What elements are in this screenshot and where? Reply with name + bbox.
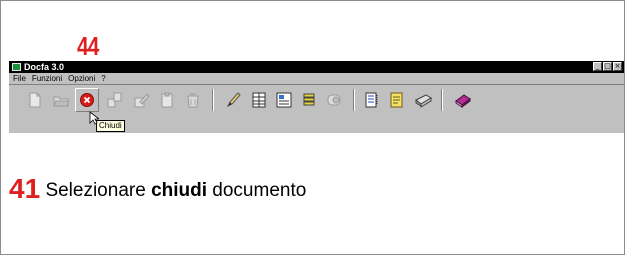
tooltip: Chiudi [96,120,125,132]
clipboard-icon[interactable] [157,90,177,110]
note-icon[interactable] [387,90,407,110]
menu-opzioni[interactable]: Opzioni [68,74,95,83]
list-icon[interactable] [362,90,382,110]
menu-file[interactable]: File [13,74,26,83]
mouse-cursor-icon [89,111,101,125]
edit-icon[interactable] [131,90,151,110]
instruction-keyword: chiudi [151,180,208,201]
toggle-icon[interactable] [324,90,344,110]
step-number-annotation: 44 [77,31,99,61]
app-icon [12,63,21,71]
instruction-suffix: documento [212,180,307,201]
book-icon[interactable] [453,90,473,110]
recycle-icon[interactable] [183,90,203,110]
toolbar-separator [353,89,355,111]
instruction-text: 41 Selezionare chiudi documento [9,173,306,205]
print-icon[interactable] [413,90,433,110]
toolbar-separator [212,89,214,111]
open-folder-icon[interactable] [51,90,71,110]
form-icon[interactable] [274,90,294,110]
menu-funzioni[interactable]: Funzioni [32,74,62,83]
stack-icon[interactable] [299,90,319,110]
menu-bar: File Funzioni Opzioni ? [9,73,624,85]
new-document-icon[interactable] [25,90,45,110]
instruction-number: 41 [9,173,41,204]
close-window-button[interactable]: × [613,62,622,71]
window-titlebar[interactable]: Docfa 3.0 _ □ × [9,61,624,73]
maximize-button[interactable]: □ [603,62,612,71]
copy-icon[interactable] [105,90,125,110]
screenshot-frame: 44 Docfa 3.0 _ □ × File Funzioni Opzioni… [0,0,625,255]
menu-help[interactable]: ? [101,74,105,83]
window-title: Docfa 3.0 [24,62,65,72]
close-document-icon[interactable] [77,90,97,110]
instruction-prefix: Selezionare [45,180,146,201]
toolbar: Chiudi [9,85,624,133]
grid-icon[interactable] [249,90,269,110]
toolbar-separator [441,89,443,111]
minimize-button[interactable]: _ [593,62,602,71]
pencil-icon[interactable] [224,90,244,110]
window-controls: _ □ × [593,62,622,71]
